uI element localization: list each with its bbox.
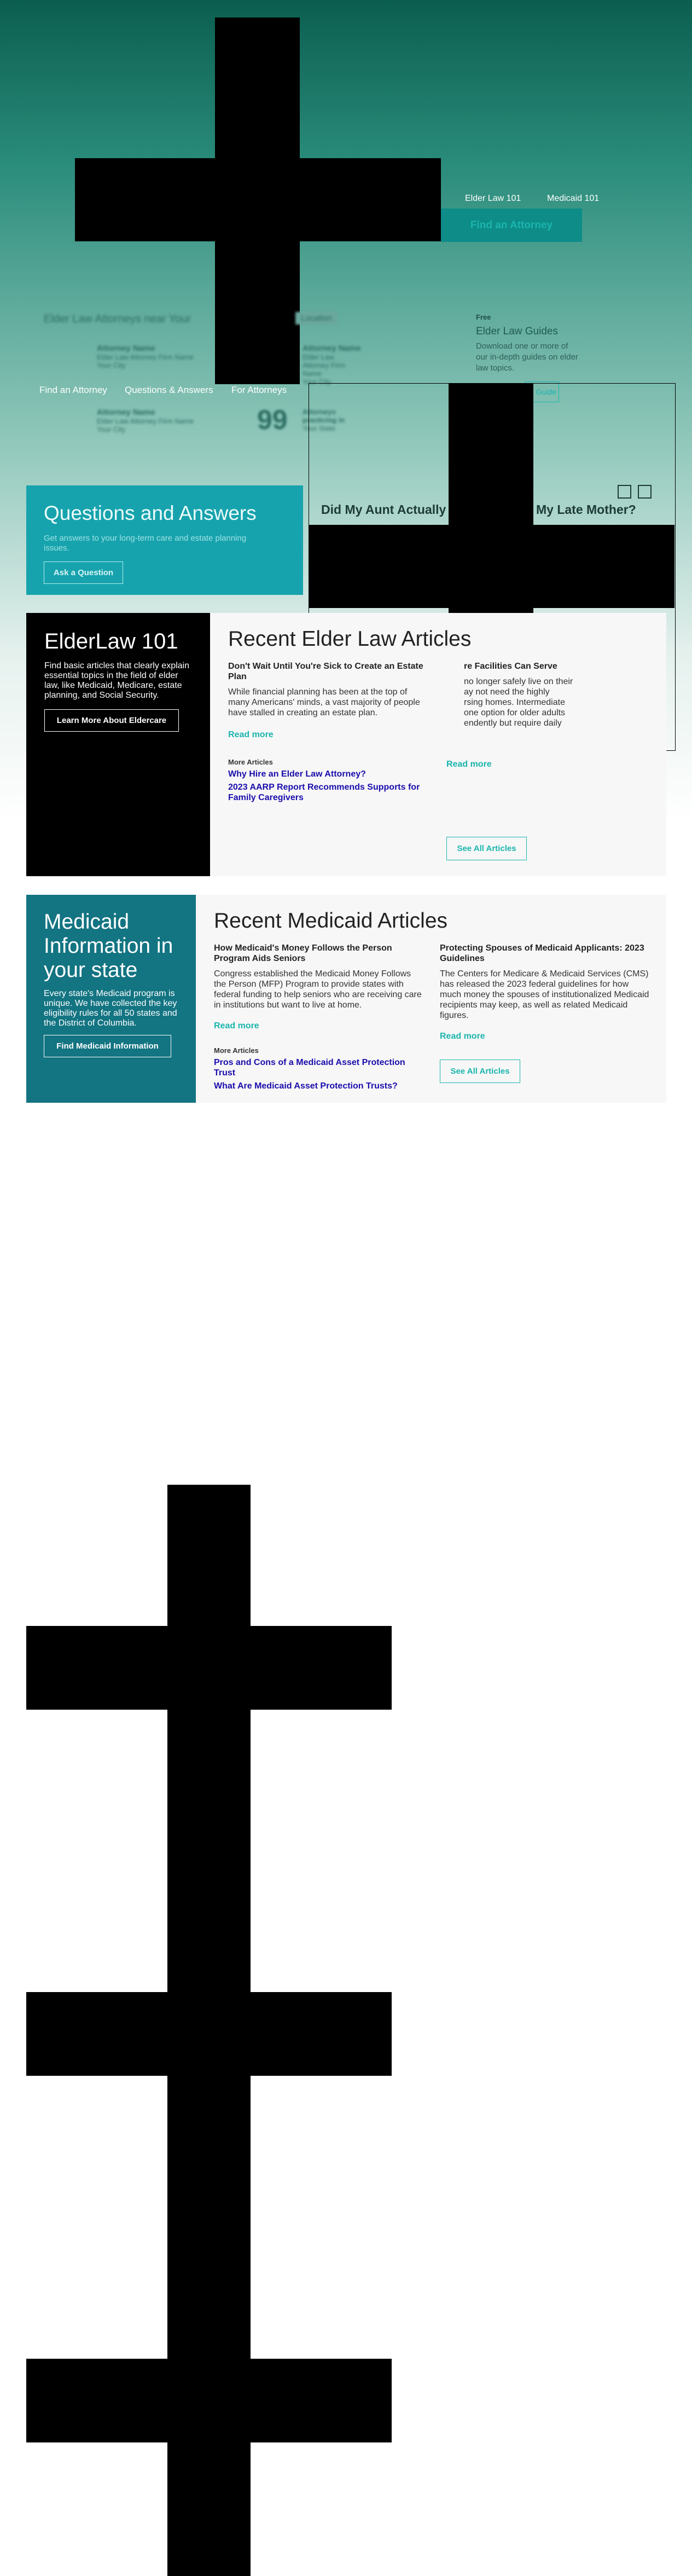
free-label: Free [476, 313, 491, 321]
subnav-find-attorney[interactable]: Find an Attorney [39, 385, 107, 396]
free-guides-title: Elder Law Guides [476, 326, 558, 337]
desc-line: Download one or more of [476, 341, 568, 351]
article-body-line: rsing homes. Intermediate [464, 698, 565, 707]
slider-title-right[interactable]: My Late Mother? [536, 502, 636, 517]
subnav-questions-answers[interactable]: Questions & Answers [125, 385, 213, 396]
article-title[interactable]: Protecting Spouses of Medicaid Applicant… [440, 943, 650, 964]
more-articles-label: More Articles [214, 1046, 259, 1055]
medicaid-info-panel: Medicaid Information in your state Every… [26, 895, 196, 1103]
redaction-block [309, 525, 674, 608]
subnav-for-attorneys[interactable]: For Attorneys [231, 385, 287, 396]
more-articles: More Articles Why Hire an Elder Law Atto… [228, 758, 436, 803]
attorney-city: Your City [97, 425, 126, 433]
free-guides: Free Elder Law Guides Download one or mo… [476, 313, 602, 374]
article-body: Congress established the Medicaid Money … [214, 969, 422, 1010]
slider-title-left[interactable]: Did My Aunt Actually H [321, 502, 458, 517]
article-body-line: one option for older adults [464, 708, 566, 717]
nav-elder-law-101[interactable]: Elder Law 101 [465, 194, 521, 204]
find-attorney-button[interactable]: Find an Attorney [441, 209, 582, 242]
attorney-name: Attorney Name [303, 344, 361, 353]
article-title[interactable]: Don't Wait Until You're Sick to Create a… [228, 661, 431, 682]
see-all-articles-button[interactable]: See All Articles [446, 837, 527, 860]
qa-title: Questions and Answers [44, 502, 257, 524]
more-articles-label: More Articles [228, 758, 273, 766]
attorney-city: Your City [97, 361, 126, 369]
attorney-count: 99 [257, 404, 288, 435]
slider-prev-button[interactable] [618, 485, 631, 499]
article-body: While financial planning has been at the… [228, 687, 420, 717]
ask-question-button[interactable]: Ask a Question [44, 561, 123, 584]
read-more-link[interactable]: Read more [214, 1021, 424, 1031]
article-body-line: endently but require daily [464, 719, 562, 728]
qa-desc: Get answers to your long-term care and e… [44, 534, 247, 553]
article-body-line: no longer safely live on their [464, 677, 573, 686]
desc-line: our in-depth guides on elder [476, 352, 578, 362]
recent-elder-law-title: Recent Elder Law Articles [228, 627, 472, 651]
desc-line: law topics. [476, 363, 515, 373]
article-card: Don't Wait Until You're Sick to Create a… [228, 661, 431, 740]
article-title[interactable]: re Facilities Can Serve [446, 661, 649, 672]
elderlaw-title: ElderLaw 101 [44, 629, 178, 653]
article-card: How Medicaid's Money Follows the Person … [214, 943, 424, 1031]
find-medicaid-info-button[interactable]: Find Medicaid Information [44, 1035, 171, 1057]
elderlaw-101-panel: ElderLaw 101 Find basic articles that cl… [26, 613, 210, 876]
article-card: Protecting Spouses of Medicaid Applicant… [440, 943, 650, 1041]
medicaid-desc: Every state's Medicaid program is unique… [44, 989, 177, 1028]
attorney-card[interactable]: Attorney Name Elder Law Attorney Firm Na… [97, 408, 194, 433]
redaction-block [26, 1626, 392, 1710]
learn-more-eldercare-button[interactable]: Learn More About Eldercare [44, 709, 179, 732]
recent-medicaid-title: Recent Medicaid Articles [214, 909, 448, 933]
redaction-block [75, 158, 441, 241]
elderlaw-desc: Find basic articles that clearly explain… [44, 661, 190, 700]
redaction-block [26, 2359, 392, 2442]
more-article-link[interactable]: Pros and Cons of a Medicaid Asset Protec… [214, 1057, 424, 1078]
article-body: The Centers for Medicare & Medicaid Serv… [440, 969, 649, 1020]
read-more-link[interactable]: Read more [446, 760, 492, 769]
nav-medicaid-101[interactable]: Medicaid 101 [547, 194, 599, 204]
attorney-list-title: Elder Law Attorneys near Your [44, 313, 191, 325]
attorney-firm: Elder Law Attorney Firm Name [97, 417, 194, 425]
attorney-card[interactable]: Attorney Name Elder Law Attorney Firm Na… [303, 344, 361, 386]
medicaid-title: Medicaid Information in your state [44, 910, 173, 982]
more-article-link[interactable]: Why Hire an Elder Law Attorney? [228, 769, 436, 779]
attorney-firm: Elder Law Attorney Firm Name [97, 353, 194, 361]
article-title[interactable]: How Medicaid's Money Follows the Person … [214, 943, 424, 964]
free-guides-desc: Download one or more of our in-depth gui… [476, 341, 602, 374]
more-article-link[interactable]: 2023 AARP Report Recommends Supports for… [228, 782, 436, 803]
recent-elder-law-panel: Recent Elder Law Articles Don't Wait Unt… [210, 613, 666, 876]
attorney-name: Attorney Name [97, 344, 155, 353]
qa-panel: Questions and Answers Get answers to you… [26, 485, 303, 595]
attorney-card[interactable]: Attorney Name Elder Law Attorney Firm Na… [97, 344, 194, 369]
more-articles: More Articles Pros and Cons of a Medicai… [214, 1046, 424, 1091]
read-more-link[interactable]: Read more [228, 730, 431, 740]
recent-medicaid-panel: Recent Medicaid Articles How Medicaid's … [196, 895, 666, 1103]
more-article-link[interactable]: What Are Medicaid Asset Protection Trust… [214, 1081, 424, 1091]
article-body: no longer safely live on their ay not ne… [446, 676, 649, 728]
see-all-articles-button[interactable]: See All Articles [440, 1060, 520, 1083]
read-more-link[interactable]: Read more [440, 1032, 650, 1041]
slider-next-button[interactable] [638, 485, 652, 499]
attorney-name: Attorney Name [97, 408, 155, 417]
location-chip[interactable]: Location [295, 312, 338, 325]
attorney-firm: Elder Law Attorney Firm Name [303, 353, 346, 378]
article-card: re Facilities Can Serve no longer safely… [446, 661, 649, 728]
redaction-block [26, 1992, 392, 2076]
article-body-line: ay not need the highly [464, 687, 550, 697]
